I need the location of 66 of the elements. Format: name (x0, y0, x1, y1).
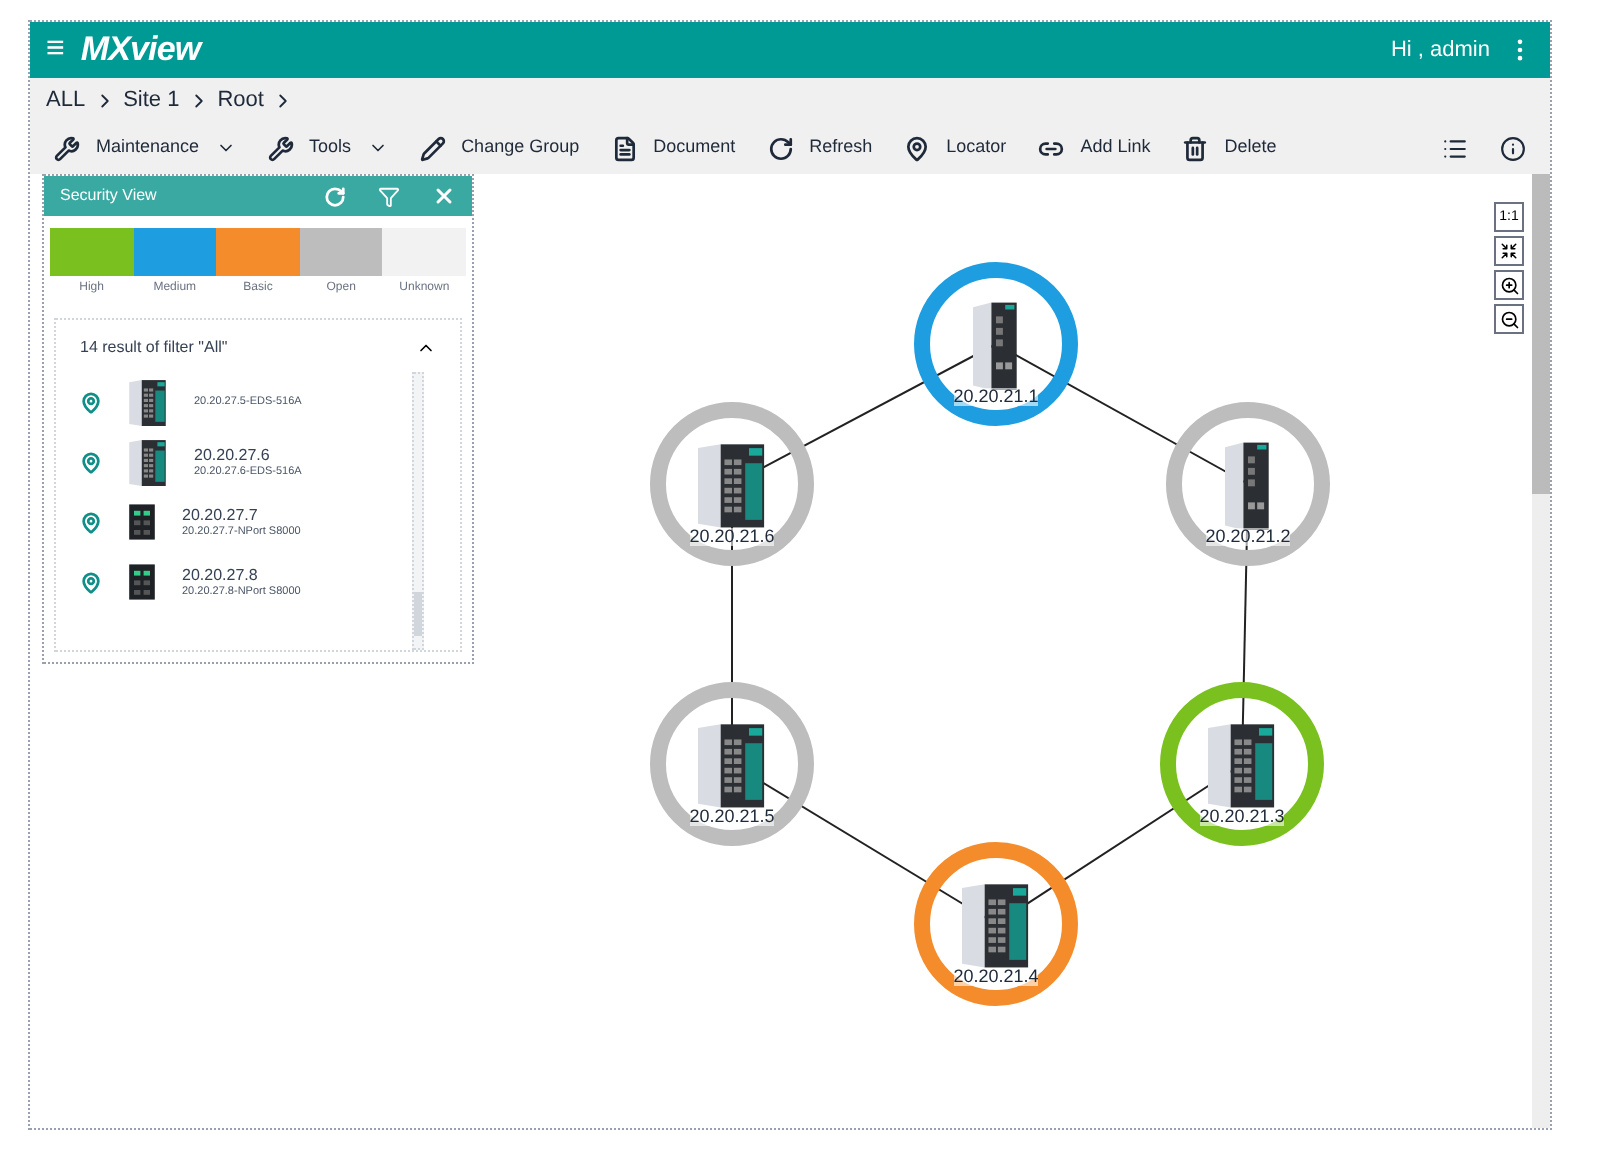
toolbar-button[interactable]: Change Group (403, 122, 596, 174)
switch-device-icon (126, 438, 170, 486)
device-node[interactable]: 20.20.21.2 (1166, 402, 1330, 566)
close-icon[interactable] (432, 184, 456, 208)
serial-server-icon (126, 558, 158, 606)
canvas-scrollbar[interactable] (1532, 174, 1550, 1128)
toolbar-button[interactable]: Document (595, 122, 752, 174)
device-ip: 20.20.27.8 (182, 565, 260, 586)
switch-device-icon (698, 440, 766, 528)
scrollbar-thumb[interactable] (414, 592, 422, 636)
refresh-icon (767, 135, 794, 161)
result-title: 14 result of filter "All" (80, 336, 228, 360)
device-label: 20.20.21.5 (689, 808, 775, 826)
device-label: 20.20.21.4 (953, 968, 1039, 986)
device-label: 20.20.21.6 (689, 528, 775, 546)
pencil-icon (419, 135, 446, 161)
toolbar-button[interactable]: Refresh (751, 122, 889, 174)
switch-device-icon (1208, 720, 1276, 808)
device-ip: 20.20.27.6 (194, 445, 272, 466)
locate-pin-icon[interactable] (80, 571, 102, 593)
device-node[interactable]: 20.20.21.1 (914, 262, 1078, 426)
wrench-icon (54, 135, 80, 161)
serial-server-icon (126, 498, 158, 546)
device-node[interactable]: 20.20.21.3 (1160, 682, 1324, 846)
wrench-icon (267, 135, 294, 161)
list-view-icon[interactable] (1442, 135, 1468, 161)
toolbar-button[interactable]: Locator (888, 122, 1023, 174)
device-ip: 20.20.27.7 (182, 505, 260, 526)
fit-view-icon (1500, 242, 1518, 260)
toolbar-button[interactable]: Tools (251, 122, 404, 174)
switch-device-icon (972, 298, 1020, 390)
panel-title: Security View (60, 184, 157, 208)
zoom-in-icon (1499, 275, 1519, 295)
toolbar-button[interactable]: Delete (1166, 122, 1293, 174)
app-logo: MXview (80, 28, 201, 73)
user-greeting: Hi , admin (1390, 35, 1490, 66)
list-scrollbar[interactable] (412, 372, 424, 650)
document-icon (611, 135, 638, 161)
fit-view-button[interactable] (1494, 236, 1524, 266)
trash-icon (1182, 135, 1209, 161)
switch-device-icon (698, 720, 766, 808)
info-icon[interactable] (1500, 135, 1526, 161)
breadcrumb-link[interactable]: ALL (46, 83, 86, 117)
breadcrumb-link[interactable]: Root (217, 83, 264, 117)
breadcrumb-link[interactable]: Site 1 (123, 83, 180, 117)
scrollbar-thumb[interactable] (1532, 174, 1550, 494)
locate-pin-icon[interactable] (80, 451, 102, 473)
toolbar-button[interactable]: Maintenance (38, 122, 252, 174)
switch-device-icon (1224, 438, 1272, 530)
filter-icon[interactable] (378, 185, 400, 207)
zoom-out-button[interactable] (1494, 304, 1524, 334)
device-node[interactable]: 20.20.21.6 (650, 402, 814, 566)
map-pin-icon (904, 135, 931, 161)
zoom-in-button[interactable] (1494, 270, 1524, 300)
device-label: 20.20.21.3 (1199, 808, 1285, 826)
switch-device-icon (962, 880, 1030, 968)
switch-device-icon (126, 378, 170, 426)
refresh-icon[interactable] (324, 185, 346, 207)
locate-pin-icon[interactable] (80, 391, 102, 413)
device-node[interactable]: 20.20.21.5 (650, 682, 814, 846)
locate-pin-icon[interactable] (80, 511, 102, 533)
toolbar-button[interactable]: Add Link (1022, 122, 1167, 174)
zoom-out-icon (1499, 309, 1519, 329)
device-node[interactable]: 20.20.21.4 (914, 842, 1078, 1006)
device-label: 20.20.21.1 (953, 388, 1039, 406)
device-label: 20.20.21.2 (1205, 528, 1291, 546)
